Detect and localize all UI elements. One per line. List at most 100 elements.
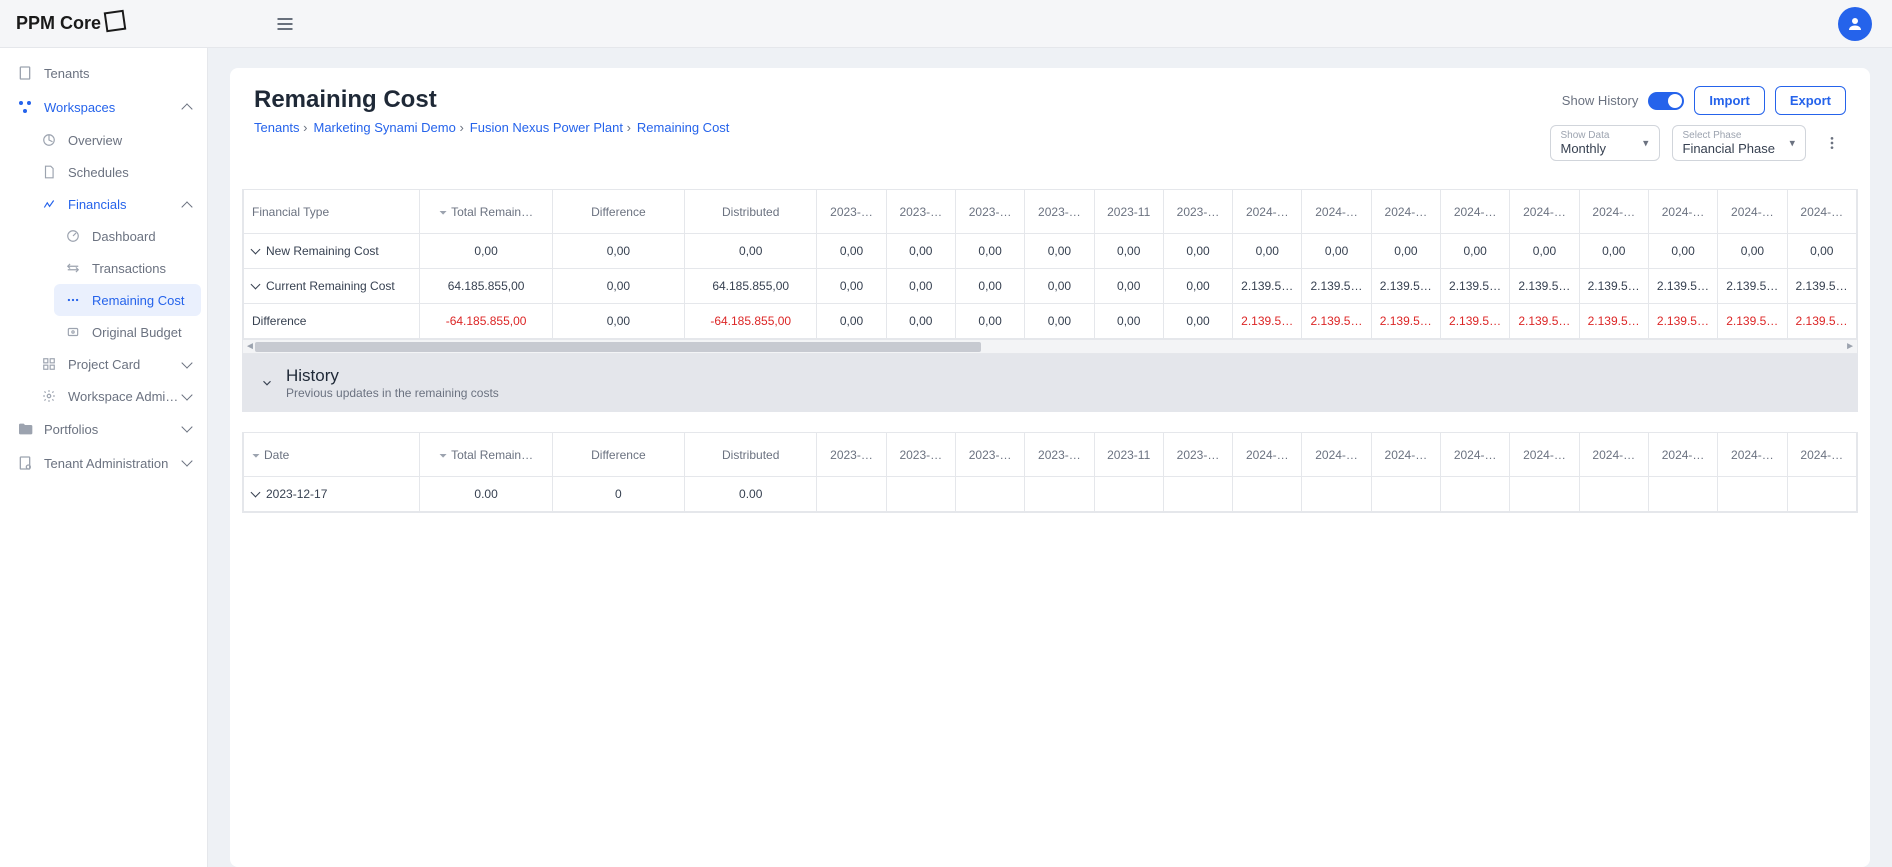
sidebar-item-workspaces[interactable]: Workspaces [6, 90, 201, 124]
data-cell [1163, 477, 1232, 512]
sidebar-item-portfolios[interactable]: Portfolios [6, 412, 201, 446]
column-header[interactable]: Financial Type [244, 190, 420, 234]
select-value: Financial Phase [1683, 141, 1776, 156]
sidebar-item-tenant-admin[interactable]: Tenant Administration [6, 446, 201, 480]
sidebar-item-dashboard[interactable]: Dashboard [54, 220, 201, 252]
column-header[interactable]: 2024-… [1718, 433, 1787, 477]
column-header[interactable]: 2023-… [817, 433, 886, 477]
column-header[interactable]: 2024-… [1718, 190, 1787, 234]
data-cell: 2.139.528,50 [1371, 269, 1440, 304]
column-header[interactable]: 2024-… [1441, 433, 1510, 477]
select-value: Monthly [1561, 141, 1607, 156]
column-header[interactable]: 2024-… [1787, 190, 1856, 234]
column-header[interactable]: 2023-… [1163, 433, 1232, 477]
column-header[interactable]: Difference [552, 433, 684, 477]
expand-row-icon[interactable] [252, 487, 262, 501]
data-cell: 2.139.528,50 [1441, 269, 1510, 304]
column-header[interactable]: 2023-… [886, 190, 955, 234]
nav-label: Schedules [68, 165, 129, 180]
sidebar-item-project-card[interactable]: Project Card [30, 348, 201, 380]
export-button[interactable]: Export [1775, 86, 1846, 115]
column-header[interactable]: Distributed [685, 190, 817, 234]
history-title: History [286, 366, 499, 386]
column-header[interactable]: 2023-… [817, 190, 886, 234]
data-cell: 0,00 [1025, 234, 1094, 269]
data-cell: 0,00 [1163, 304, 1232, 339]
column-header[interactable]: ⏷Date [244, 433, 420, 477]
filter-icon[interactable]: ⏷ [439, 451, 447, 462]
data-cell: 0,00 [1025, 269, 1094, 304]
data-cell: 0,00 [886, 234, 955, 269]
data-cell [1094, 477, 1163, 512]
sidebar-item-schedules[interactable]: Schedules [30, 156, 201, 188]
column-header[interactable]: 2023-… [1025, 433, 1094, 477]
row-type-cell: New Remaining Cost [244, 234, 420, 269]
column-header[interactable]: 2024-… [1302, 433, 1371, 477]
select-phase-select[interactable]: Select Phase Financial Phase [1672, 125, 1807, 161]
column-header[interactable]: 2024-… [1441, 190, 1510, 234]
column-header[interactable]: 2023-… [955, 190, 1024, 234]
column-header[interactable]: 2023-11 [1094, 433, 1163, 477]
column-header[interactable]: 2024-… [1579, 190, 1648, 234]
more-menu-icon[interactable] [1818, 129, 1846, 157]
show-history-toggle[interactable] [1648, 92, 1684, 110]
column-header[interactable]: 2024-… [1648, 433, 1717, 477]
data-cell: 0,00 [886, 304, 955, 339]
column-header[interactable]: 2024-… [1648, 190, 1717, 234]
breadcrumb-item[interactable]: Marketing Synami Demo [314, 120, 464, 135]
column-header[interactable]: 2023-… [955, 433, 1024, 477]
tenant-icon [16, 64, 34, 82]
scroll-thumb[interactable] [255, 342, 981, 352]
nav-label: Dashboard [92, 229, 156, 244]
data-cell: 2.139.528,50 [1510, 269, 1579, 304]
filter-icon[interactable]: ⏷ [439, 208, 447, 219]
column-header[interactable]: 2024-… [1302, 190, 1371, 234]
column-header[interactable]: Distributed [685, 433, 817, 477]
column-header[interactable]: 2024-… [1233, 190, 1302, 234]
column-header[interactable]: 2023-… [1163, 190, 1232, 234]
column-header[interactable]: 2024-… [1371, 190, 1440, 234]
table-row: 2023-12-170.0000.00 [244, 477, 1857, 512]
column-header[interactable]: 2023-11 [1094, 190, 1163, 234]
nav-label: Remaining Cost [92, 293, 185, 308]
expand-row-icon[interactable] [252, 244, 262, 258]
column-header[interactable]: 2024-… [1510, 433, 1579, 477]
data-cell [1579, 477, 1648, 512]
sidebar-item-workspace-admin[interactable]: Workspace Admi… [30, 380, 201, 412]
column-header[interactable]: Difference [552, 190, 684, 234]
column-header[interactable]: 2024-… [1510, 190, 1579, 234]
column-header[interactable]: ⏷Total Remain… [420, 433, 552, 477]
sidebar-item-financials[interactable]: Financials [30, 188, 201, 220]
collapse-history-icon[interactable] [260, 376, 274, 390]
data-cell [817, 477, 886, 512]
sidebar-item-tenants[interactable]: Tenants [6, 56, 201, 90]
column-header[interactable]: 2024-… [1787, 433, 1856, 477]
menu-toggle-icon[interactable] [275, 14, 295, 34]
sidebar-item-original-budget[interactable]: Original Budget [54, 316, 201, 348]
scroll-right-icon[interactable]: ► [1845, 341, 1855, 352]
column-header[interactable]: 2024-… [1371, 433, 1440, 477]
column-header[interactable]: 2023-… [1025, 190, 1094, 234]
column-header[interactable]: ⏷Total Remain… [420, 190, 552, 234]
data-cell: 64.185.855,00 [420, 269, 552, 304]
scroll-left-icon[interactable]: ◄ [245, 341, 255, 352]
breadcrumb-item[interactable]: Tenants [254, 120, 308, 135]
data-cell: 0,00 [1163, 269, 1232, 304]
user-avatar[interactable] [1838, 7, 1872, 41]
show-data-select[interactable]: Show Data Monthly [1550, 125, 1660, 161]
breadcrumb-item[interactable]: Remaining Cost [637, 120, 730, 135]
data-cell: 2.139.528,50 [1441, 304, 1510, 339]
expand-row-icon[interactable] [252, 279, 262, 293]
sidebar-item-transactions[interactable]: Transactions [54, 252, 201, 284]
sidebar-item-overview[interactable]: Overview [30, 124, 201, 156]
column-header[interactable]: 2023-… [886, 433, 955, 477]
import-button[interactable]: Import [1694, 86, 1764, 115]
filter-icon[interactable]: ⏷ [252, 451, 260, 462]
data-cell: 2.139.528,50 [1787, 269, 1856, 304]
breadcrumb-item[interactable]: Fusion Nexus Power Plant [470, 120, 631, 135]
data-cell: 0,00 [1163, 234, 1232, 269]
column-header[interactable]: 2024-… [1233, 433, 1302, 477]
horizontal-scrollbar[interactable]: ◄ ► [243, 339, 1857, 353]
sidebar-item-remaining-cost[interactable]: Remaining Cost [54, 284, 201, 316]
column-header[interactable]: 2024-… [1579, 433, 1648, 477]
